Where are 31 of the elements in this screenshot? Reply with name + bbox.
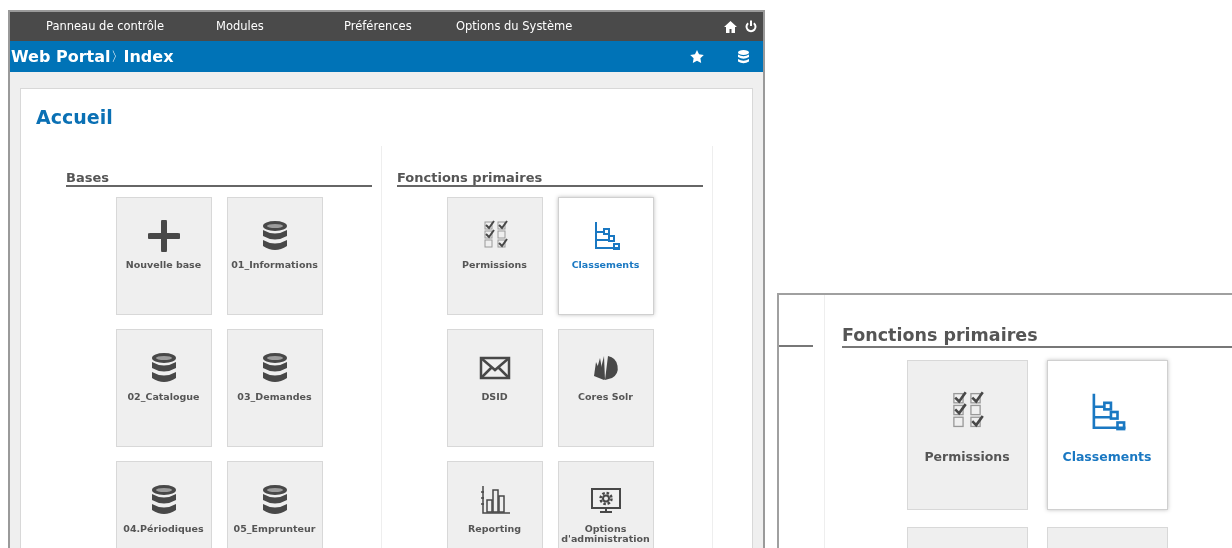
tile[interactable]: 04.Périodiques	[115, 460, 212, 548]
section-heading: Bases	[66, 169, 372, 187]
nav-link[interactable]: Options du Système	[456, 17, 636, 36]
tile[interactable]: Nouvelle base	[115, 196, 212, 315]
database-icon[interactable]	[738, 49, 749, 64]
breadcrumb-separator: 〉	[110, 47, 124, 66]
breadcrumb-link[interactable]: Index	[123, 44, 174, 69]
tile[interactable]: Cores Solr	[557, 328, 654, 447]
tile[interactable]: 01_Informations	[226, 196, 323, 315]
tile[interactable]: 03_Demandes	[226, 328, 323, 447]
tile[interactable]: 02_Catalogue	[115, 328, 212, 447]
tile[interactable]: Reporting	[446, 460, 543, 548]
tile[interactable]: 05_Emprunteur	[226, 460, 323, 548]
nav-link[interactable]: Panneau de contrôle	[10, 17, 216, 36]
bar-chart-icon	[478, 483, 511, 516]
section-heading: Fonctions primaires	[842, 324, 1232, 348]
page-title: Accueil	[35, 105, 114, 130]
power-icon[interactable]	[745, 20, 757, 33]
tile[interactable]: Permissions	[446, 196, 543, 315]
star-icon[interactable]	[690, 50, 704, 63]
nav-link[interactable]: Préférences	[344, 17, 456, 36]
tile[interactable]: Classements	[1046, 360, 1168, 510]
section-heading: Fonctions primaires	[397, 169, 703, 187]
tile[interactable]: Options d'administration	[557, 460, 654, 548]
home-icon[interactable]	[724, 20, 737, 33]
tile[interactable]: Permissions	[906, 360, 1028, 510]
tile[interactable]: DSID	[446, 328, 543, 447]
nav-link[interactable]: Modules	[216, 17, 344, 36]
tile[interactable]: Classements	[557, 196, 654, 315]
plus-icon	[147, 219, 180, 252]
breadcrumb-link[interactable]: Web Portal	[11, 44, 111, 69]
